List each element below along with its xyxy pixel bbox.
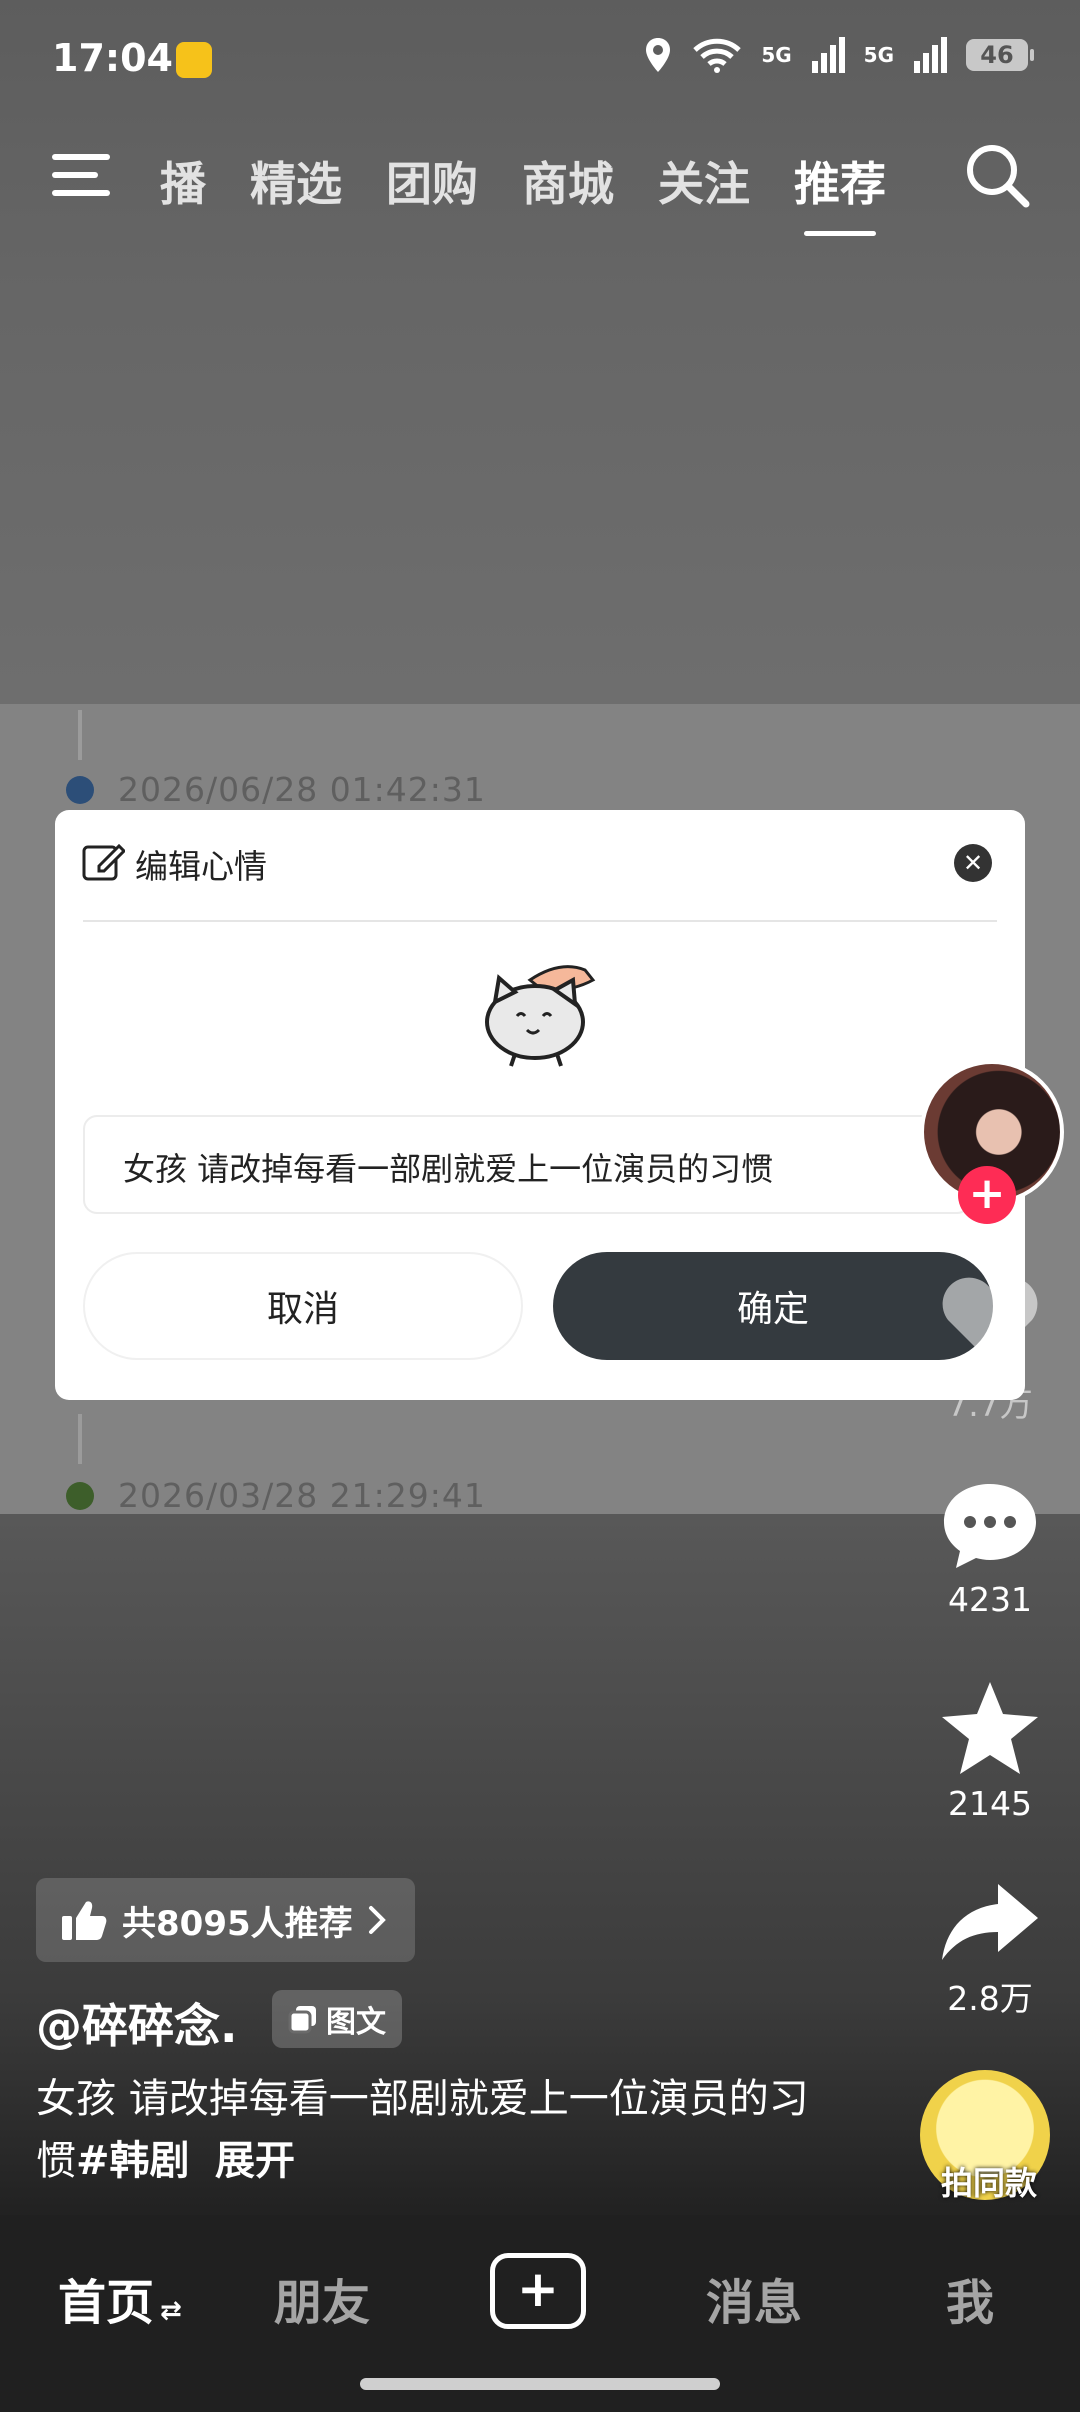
author-name[interactable]: @碎碎念. [36,1990,237,2056]
battery-level: 46 [980,41,1014,69]
post-description: 女孩 请改掉每看一部剧就爱上一位演员的习惯#韩剧 展开 [36,2068,816,2192]
nav-home-label: 首页 [58,2275,155,2331]
recommend-pill[interactable]: 共8095人推荐 [36,1878,415,1962]
timeline-connector [78,1414,82,1464]
post-type-label: 图文 [326,2005,386,2040]
signal-label-2: 5G [863,43,894,67]
top-nav: 播 精选 团购 商城 关注 推荐 [0,130,1080,240]
create-post-button[interactable]: + [490,2253,586,2329]
status-time: 17:04 [52,36,173,80]
timeline-dot [66,1482,94,1510]
recommend-text: 共8095人推荐 [122,1903,353,1944]
tab-featured[interactable]: 精选 [250,148,342,214]
timeline-connector [78,710,82,760]
signal-bars-icon-2 [914,37,947,73]
comment-icon [944,1484,1036,1568]
same-style-label[interactable]: 拍同款 [924,2158,1054,2204]
star-icon [942,1682,1038,1774]
tab-bar: 播 精选 团购 商城 关注 推荐 [160,148,886,236]
image-post-icon [288,2006,316,2034]
home-indicator[interactable] [360,2378,720,2390]
edit-icon [82,843,125,881]
tab-live[interactable]: 播 [160,148,206,214]
app-screen: 17:04 5G 5G 46 播 精选 团购 商城 关注 推荐 2026/06/… [0,0,1080,2412]
menu-icon[interactable] [52,150,112,200]
status-bar: 17:04 5G 5G 46 [0,0,1080,120]
app-notification-icon [176,42,212,78]
favorite-action[interactable]: 2145 [930,1680,1050,1823]
like-count: 7.7万 [947,1385,1033,1424]
mood-text-value: 女孩 请改掉每看一部剧就爱上一位演员的习惯 [123,1150,774,1188]
wifi-icon [693,38,742,73]
battery-indicator: 46 [966,39,1034,71]
confirm-button[interactable]: 确定 [553,1252,993,1360]
favorite-count: 2145 [948,1784,1032,1823]
follow-button[interactable]: + [958,1166,1016,1224]
nav-messages[interactable]: 消息 [706,2263,802,2333]
nav-home[interactable]: 首页 ⇄ [58,2263,182,2333]
cancel-button[interactable]: 取消 [83,1252,523,1360]
post-type-tag: 图文 [272,1990,402,2048]
share-count: 2.8万 [947,1979,1033,2018]
like-heart-icon[interactable] [938,1270,1042,1370]
timeline-date-1: 2026/06/28 01:42:31 [118,770,486,809]
location-icon [646,38,671,72]
comment-action[interactable]: 4231 [930,1480,1050,1619]
mood-text-input[interactable]: 女孩 请改掉每看一部剧就爱上一位演员的习惯 [83,1115,971,1214]
thumbs-up-icon [62,1901,107,1940]
timeline-dot [66,776,94,804]
swap-icon: ⇄ [160,2296,182,2326]
search-icon[interactable] [962,140,1032,210]
nav-me[interactable]: 我 [946,2263,994,2333]
tab-recommended[interactable]: 推荐 [794,148,886,236]
share-action[interactable]: 2.8万 [930,1880,1050,2020]
tab-mall[interactable]: 商城 [522,148,614,214]
status-right: 5G 5G 46 [643,36,1034,74]
hashtag-link[interactable]: #韩剧 [76,2138,190,2184]
signal-bars-icon [811,37,845,73]
tab-following[interactable]: 关注 [658,148,750,214]
tab-group-buy[interactable]: 团购 [386,148,478,214]
expand-link[interactable]: 展开 [215,2138,295,2184]
dialog-divider [83,920,997,922]
timeline-date-2: 2026/03/28 21:29:41 [118,1476,486,1515]
edit-mood-dialog: 编辑心情 ✕ 女孩 请改掉每看一部剧就爱上一位演员的习惯 取消 确定 [55,810,1025,1400]
cat-illustration-icon [485,965,596,1067]
share-icon [942,1884,1038,1960]
chevron-right-icon [368,1906,386,1934]
signal-label-1: 5G [761,43,792,67]
nav-friends[interactable]: 朋友 [274,2263,370,2333]
dialog-title: 编辑心情 [135,847,267,886]
comment-count: 4231 [948,1580,1032,1619]
close-icon[interactable]: ✕ [954,844,992,882]
